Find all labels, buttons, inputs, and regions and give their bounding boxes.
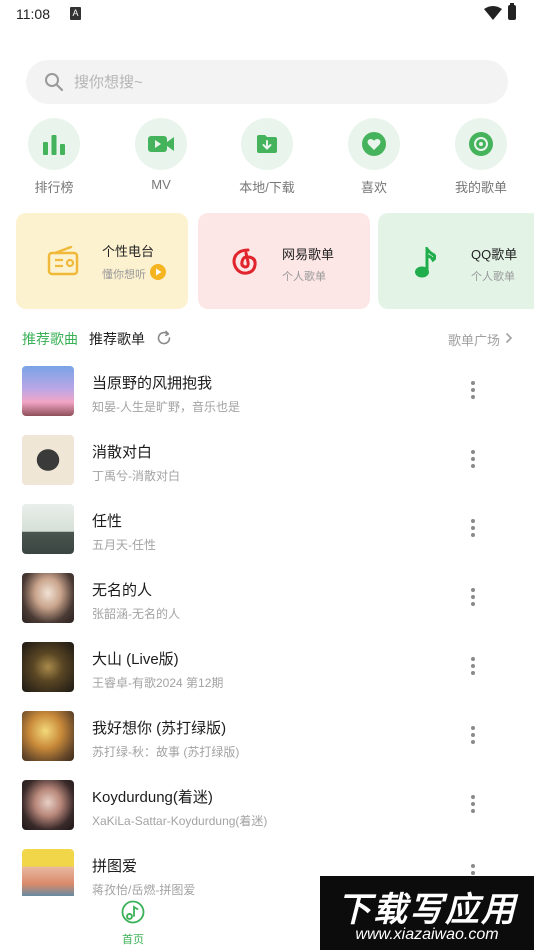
card-radio[interactable]: 个性电台 懂你想听	[16, 213, 188, 309]
section-header: 推荐歌曲 推荐歌单 歌单广场	[0, 328, 534, 350]
tab-recommended-songs[interactable]: 推荐歌曲	[22, 329, 78, 349]
quick-nav-label: 本地/下载	[239, 180, 295, 195]
status-time: 11:08	[16, 6, 50, 22]
album-cover	[22, 642, 74, 692]
tab-recommended-playlists[interactable]: 推荐歌单	[89, 329, 145, 349]
more-options-icon[interactable]	[470, 450, 476, 470]
song-artist: 丁禹兮-消散对白	[92, 469, 180, 483]
song-title: 消散对白	[92, 444, 153, 461]
heart-icon	[348, 118, 400, 170]
radio-icon	[47, 246, 79, 276]
song-row[interactable]: 任性 五月天-任性	[0, 494, 534, 563]
wifi-icon	[484, 6, 502, 20]
quick-nav-local-download[interactable]: 本地/下载	[222, 118, 312, 196]
album-cover	[22, 849, 74, 896]
quick-nav-ranking[interactable]: 排行榜	[9, 118, 99, 196]
netease-music-icon	[232, 248, 257, 275]
song-title: 我好想你 (苏打绿版)	[92, 720, 227, 737]
card-subtitle: 个人歌单	[471, 271, 515, 283]
video-camera-icon	[135, 118, 187, 170]
quick-nav-label: 排行榜	[34, 180, 74, 195]
card-subtitle: 个人歌单	[282, 271, 326, 283]
quick-nav-label: 喜欢	[360, 180, 387, 195]
song-title: 拼图爱	[92, 858, 138, 875]
watermark-logo: 下载写应用 www.xiazaiwao.com	[320, 876, 534, 950]
more-options-icon[interactable]	[470, 381, 476, 401]
song-row[interactable]: 当原野的风拥抱我 知晏-人生是旷野，音乐也是	[0, 356, 534, 425]
card-title: 个性电台	[102, 244, 155, 259]
song-title: 当原野的风拥抱我	[92, 375, 213, 392]
quick-nav-label: 我的歌单	[454, 180, 507, 195]
bar-chart-icon	[28, 118, 80, 170]
more-options-icon[interactable]	[470, 657, 476, 677]
quick-nav-label: MV	[151, 177, 171, 192]
search-icon	[45, 73, 64, 92]
album-cover	[22, 780, 74, 830]
album-cover	[22, 711, 74, 761]
folder-download-icon	[241, 118, 293, 170]
song-row[interactable]: 大山 (Live版) 王睿卓-有歌2024 第12期	[0, 632, 534, 701]
song-list: 当原野的风拥抱我 知晏-人生是旷野，音乐也是 消散对白 丁禹兮-消散对白 任性 …	[0, 356, 534, 896]
song-artist: 五月天-任性	[92, 538, 156, 552]
notification-icon: A	[70, 7, 81, 20]
song-artist: XaKiLa-Sattar-Koydurdung(着迷)	[92, 814, 268, 828]
playlist-plaza-link[interactable]: 歌单广场	[448, 330, 500, 349]
battery-icon	[508, 3, 516, 20]
more-options-icon[interactable]	[470, 795, 476, 815]
album-cover	[22, 504, 74, 554]
chevron-right-icon[interactable]	[505, 332, 513, 344]
qq-music-note-icon	[415, 247, 436, 278]
more-options-icon[interactable]	[470, 519, 476, 539]
status-bar: 11:08 A	[0, 0, 534, 28]
search-input[interactable]	[74, 60, 494, 104]
quick-nav-my-playlists[interactable]: 我的歌单	[436, 118, 526, 196]
song-artist: 蒋孜怡/岳燃-拼图爱	[92, 883, 196, 896]
song-title: Koydurdung(着迷)	[92, 789, 213, 806]
song-artist: 知晏-人生是旷野，音乐也是	[92, 400, 240, 414]
song-title: 任性	[92, 513, 123, 530]
search-bar[interactable]	[26, 60, 508, 104]
song-row[interactable]: 消散对白 丁禹兮-消散对白	[0, 425, 534, 494]
song-row[interactable]: Koydurdung(着迷) XaKiLa-Sattar-Koydurdung(…	[0, 770, 534, 839]
song-artist: 张韶涵-无名的人	[92, 607, 180, 621]
more-options-icon[interactable]	[470, 588, 476, 608]
play-icon[interactable]	[150, 264, 166, 280]
song-title: 大山 (Live版)	[92, 651, 179, 668]
song-title: 无名的人	[92, 582, 153, 599]
song-row[interactable]: 我好想你 (苏打绿版) 苏打绿-秋：故事 (苏打绿版)	[0, 701, 534, 770]
watermark-url: www.xiazaiwao.com	[355, 926, 499, 943]
more-options-icon[interactable]	[470, 726, 476, 746]
song-row[interactable]: 无名的人 张韶涵-无名的人	[0, 563, 534, 632]
quick-nav-favorites[interactable]: 喜欢	[329, 118, 419, 196]
card-netease[interactable]: 网易歌单 个人歌单	[198, 213, 370, 309]
quick-nav: 排行榜 MV 本地/下载 喜欢 我的歌单	[0, 118, 534, 198]
song-artist: 王睿卓-有歌2024 第12期	[92, 676, 224, 690]
feature-cards: 个性电台 懂你想听 网易歌单 个人歌单 QQ歌单 个人歌单	[0, 213, 534, 309]
nav-home-label: 首页	[122, 934, 144, 946]
album-cover	[22, 366, 74, 416]
album-cover	[22, 573, 74, 623]
card-title: QQ歌单	[471, 247, 518, 262]
music-note-icon	[121, 900, 145, 924]
nav-home[interactable]: 首页	[108, 900, 158, 947]
song-artist: 苏打绿-秋：故事 (苏打绿版)	[92, 745, 240, 759]
refresh-icon[interactable]	[156, 330, 172, 346]
card-qq[interactable]: QQ歌单 个人歌单	[378, 213, 534, 309]
card-title: 网易歌单	[282, 247, 335, 262]
album-cover	[22, 435, 74, 485]
watermark-brand: 下载写应用	[337, 890, 517, 930]
vinyl-disc-icon	[455, 118, 507, 170]
quick-nav-mv[interactable]: MV	[116, 118, 206, 192]
card-subtitle: 懂你想听	[102, 269, 146, 281]
